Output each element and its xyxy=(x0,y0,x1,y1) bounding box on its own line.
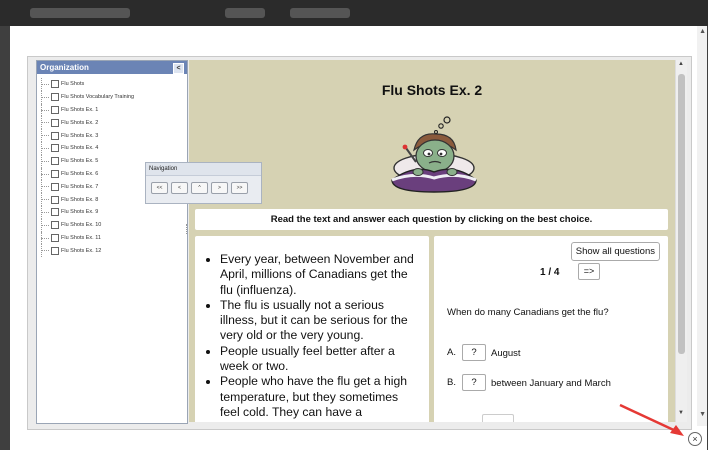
option-text: August xyxy=(491,348,521,359)
checkbox[interactable] xyxy=(51,118,59,127)
question-panel: Show all questions 1 / 4 => When do many… xyxy=(434,236,668,422)
checkbox[interactable] xyxy=(51,195,59,204)
checkbox[interactable] xyxy=(51,169,59,178)
reading-text-list: Every year, between November and April, … xyxy=(195,236,429,420)
list-item: The flu is usually not a serious illness… xyxy=(220,298,421,344)
select-answer-button-partial[interactable] xyxy=(482,414,514,422)
tree-item[interactable]: Flu Shots Ex. 3 xyxy=(37,129,187,142)
option-letter: B. xyxy=(447,377,456,388)
question-counter: 1 / 4 xyxy=(540,267,560,278)
blurred-text xyxy=(30,8,130,18)
checkbox[interactable] xyxy=(51,182,59,191)
tree-item[interactable]: Flu Shots xyxy=(37,78,187,91)
content-scrollbar[interactable]: ▲ ▼ xyxy=(675,60,687,422)
answer-option-a: A. ? August xyxy=(447,344,631,361)
sick-person-illustration xyxy=(391,116,477,193)
checkbox[interactable] xyxy=(51,105,59,114)
navigation-buttons: << < ^ > >> xyxy=(146,176,261,194)
tree-item[interactable]: Flu Shots Ex. 1 xyxy=(37,103,187,117)
show-all-questions-button[interactable]: Show all questions xyxy=(570,242,660,261)
reading-text-panel: Every year, between November and April, … xyxy=(195,236,429,422)
modal-scrollbar[interactable]: ▲ ▼ xyxy=(697,26,707,426)
blurred-text xyxy=(225,8,265,18)
checkbox[interactable] xyxy=(51,246,59,255)
first-page-button[interactable]: << xyxy=(151,182,168,194)
tree-item-label[interactable]: Flu Shots Ex. 5 xyxy=(61,158,98,164)
checkbox[interactable] xyxy=(51,80,59,89)
checkbox[interactable] xyxy=(51,144,59,153)
organization-title: Organization xyxy=(40,63,89,72)
tree-item-label[interactable]: Flu Shots Ex. 4 xyxy=(61,145,98,151)
tree-item-label[interactable]: Flu Shots Ex. 2 xyxy=(61,120,98,126)
scrollbar-thumb[interactable] xyxy=(678,74,685,354)
navigation-window[interactable]: Navigation << < ^ > >> xyxy=(145,162,262,204)
checkbox[interactable] xyxy=(51,221,59,230)
scroll-up-icon[interactable]: ▲ xyxy=(678,61,684,67)
tree-item-label[interactable]: Flu Shots Ex. 8 xyxy=(61,197,98,203)
tree-item-label[interactable]: Flu Shots Ex. 10 xyxy=(61,222,101,228)
list-item: Every year, between November and April, … xyxy=(220,252,421,298)
tree-item[interactable]: Flu Shots Ex. 10 xyxy=(37,218,187,232)
select-answer-button[interactable]: ? xyxy=(462,374,486,391)
page-title: Flu Shots Ex. 2 xyxy=(381,82,483,98)
checkbox[interactable] xyxy=(51,93,59,102)
tree-item[interactable]: Flu Shots Ex. 2 xyxy=(37,116,187,129)
checkbox[interactable] xyxy=(51,131,59,140)
tree-item-label[interactable]: Flu Shots xyxy=(61,81,84,87)
select-answer-button[interactable]: ? xyxy=(462,344,486,361)
tree-item-label[interactable]: Flu Shots Ex. 7 xyxy=(61,184,98,190)
background-app-bar xyxy=(0,0,708,26)
tree-item-label[interactable]: Flu Shots Ex. 1 xyxy=(61,107,98,113)
tree-item-label[interactable]: Flu Shots Ex. 3 xyxy=(61,133,98,139)
close-icon[interactable]: × xyxy=(688,432,702,446)
organization-header: Organization < xyxy=(37,61,187,74)
tree-item-label[interactable]: Flu Shots Vocabulary Training xyxy=(61,94,134,100)
tree-item[interactable]: Flu Shots Ex. 9 xyxy=(37,205,187,219)
checkbox[interactable] xyxy=(51,157,59,166)
option-text: between January and March xyxy=(491,378,611,389)
last-page-button[interactable]: >> xyxy=(231,182,248,194)
answer-option-b: B. ? between January and March xyxy=(447,374,631,391)
instructions: Read the text and answer each question b… xyxy=(195,209,668,230)
navigation-title: Navigation xyxy=(146,163,261,176)
scroll-down-icon[interactable]: ▼ xyxy=(678,410,684,416)
scroll-up-icon[interactable]: ▲ xyxy=(699,28,706,35)
tree-item[interactable]: Flu Shots Ex. 11 xyxy=(37,231,187,245)
previous-page-button[interactable]: < xyxy=(171,182,188,194)
option-letter: A. xyxy=(447,347,456,358)
lesson-content: Flu Shots Ex. 2 Read the text and answer… xyxy=(189,60,675,422)
tree-item[interactable]: Flu Shots Ex. 12 xyxy=(37,244,187,257)
scroll-down-icon[interactable]: ▼ xyxy=(699,411,706,418)
checkbox[interactable] xyxy=(51,208,59,217)
checkbox[interactable] xyxy=(51,233,59,242)
tree-item-label[interactable]: Flu Shots Ex. 9 xyxy=(61,209,98,215)
up-button[interactable]: ^ xyxy=(191,182,208,194)
tree-item-label[interactable]: Flu Shots Ex. 12 xyxy=(61,248,101,254)
blurred-text xyxy=(290,8,350,18)
next-question-button[interactable]: => xyxy=(578,263,600,280)
list-item: People who have the flu get a high tempe… xyxy=(220,374,421,420)
tree-item[interactable]: Flu Shots Vocabulary Training xyxy=(37,90,187,104)
collapse-panel-icon[interactable]: < xyxy=(173,63,184,74)
question-text: When do many Canadians get the flu? xyxy=(447,307,609,318)
next-page-button[interactable]: > xyxy=(211,182,228,194)
tree-item-label[interactable]: Flu Shots Ex. 11 xyxy=(61,235,101,241)
list-item: People usually feel better after a week … xyxy=(220,344,421,375)
organization-panel: Organization < Flu Shots Flu Shots Vocab… xyxy=(36,60,188,424)
tree-item-label[interactable]: Flu Shots Ex. 6 xyxy=(61,171,98,177)
tree-item[interactable]: Flu Shots Ex. 4 xyxy=(37,141,187,155)
